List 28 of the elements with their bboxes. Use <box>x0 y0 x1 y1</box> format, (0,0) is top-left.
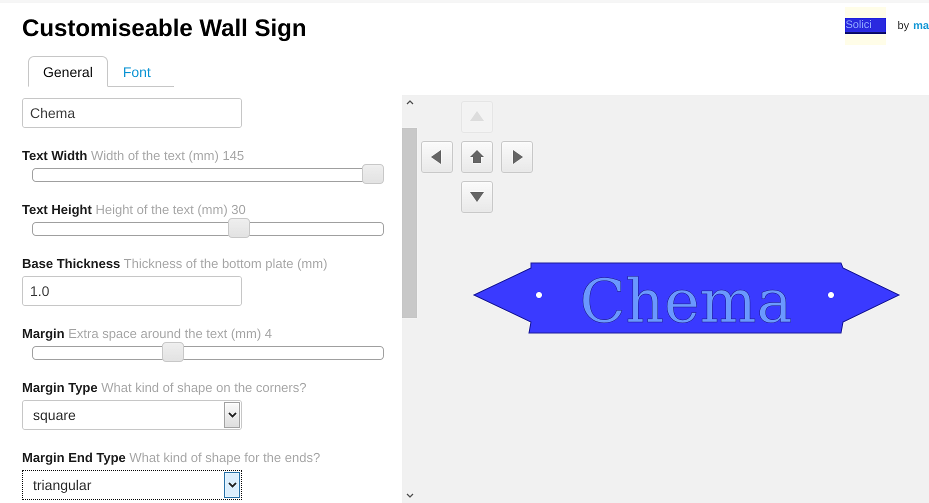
slider-thumb[interactable] <box>228 218 250 238</box>
home-button[interactable] <box>461 141 493 173</box>
field-label: Text Width Width of the text (mm) 145 <box>22 148 246 163</box>
field-label: Margin Type What kind of shape on the corners? <box>22 380 308 395</box>
scrollbar[interactable] <box>402 95 417 503</box>
text-field[interactable]: 1.0 <box>22 276 242 306</box>
logo[interactable]: Solici <box>845 7 886 45</box>
page-title: Customiseable Wall Sign <box>22 15 306 43</box>
scroll-down-icon[interactable] <box>406 493 414 498</box>
byline: by <box>897 20 910 32</box>
home-icon <box>468 148 486 166</box>
left-arrow-button[interactable] <box>421 141 453 173</box>
scroll-up-icon[interactable] <box>406 100 414 105</box>
chevron-down-icon <box>228 482 236 488</box>
slider-thumb[interactable] <box>362 164 384 184</box>
tab[interactable]: General <box>28 56 108 87</box>
field-label: Text Height Height of the text (mm) 30 <box>22 202 247 217</box>
chevron-down-icon <box>228 412 236 418</box>
down-arrow-button[interactable] <box>461 181 493 213</box>
dropdown[interactable]: triangular <box>22 470 242 500</box>
dropdown[interactable]: square <box>22 400 242 430</box>
slider-thumb[interactable] <box>162 342 184 362</box>
field-label: Margin End Type What kind of shape for the ends? <box>22 450 322 465</box>
right-arrow-button[interactable] <box>501 141 533 173</box>
field-label: Base Thickness Thickness of the bottom plate (mm) <box>22 256 328 271</box>
text-field[interactable]: Chema <box>22 98 242 128</box>
field-label: Margin Extra space around the text (mm) 4 <box>22 326 274 341</box>
sign-model: Chema <box>473 262 901 334</box>
